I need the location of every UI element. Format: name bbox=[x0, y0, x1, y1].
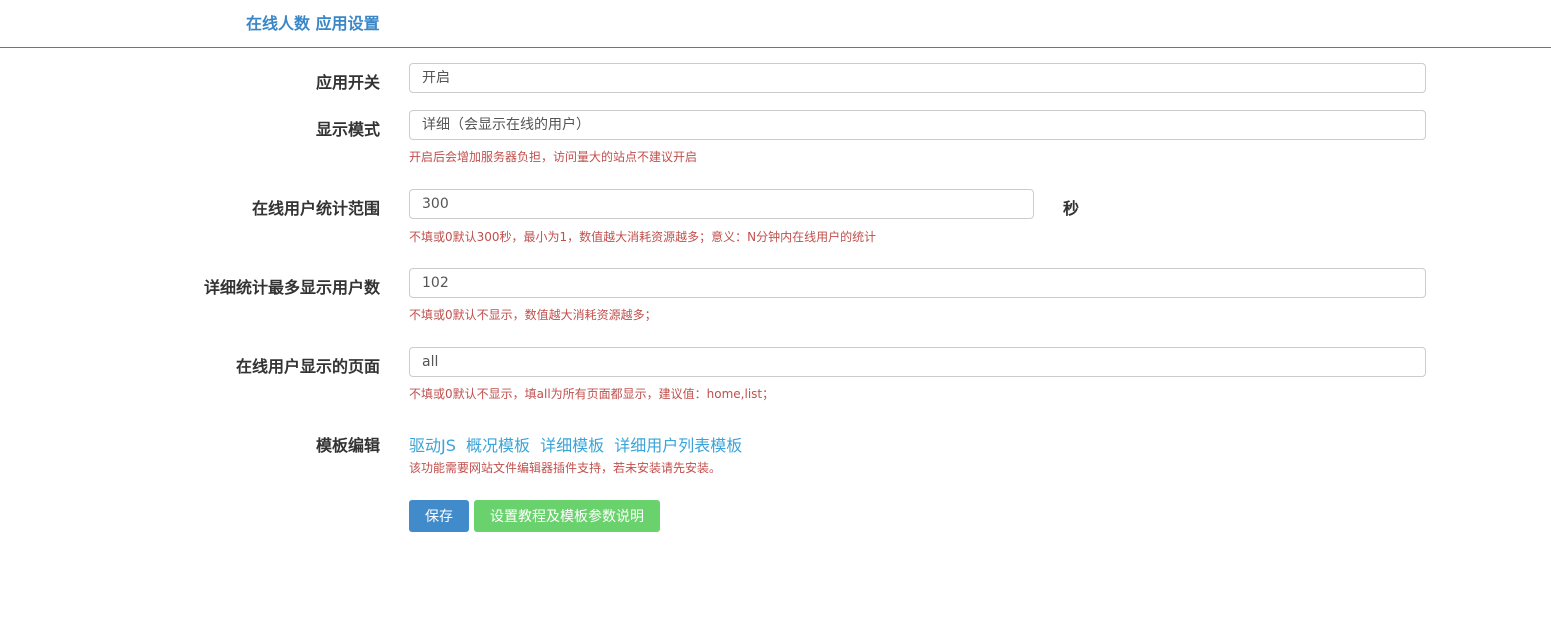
max-users-label: 详细统计最多显示用户数 bbox=[203, 278, 380, 297]
app-switch-label: 应用开关 bbox=[315, 73, 380, 92]
stat-range-unit: 秒 bbox=[1063, 199, 1080, 218]
template-link-driver-js[interactable]: 驱动JS bbox=[409, 436, 456, 455]
stat-range-label: 在线用户统计范围 bbox=[251, 199, 380, 218]
template-edit-label: 模板编辑 bbox=[315, 436, 380, 455]
template-link-detail[interactable]: 详细模板 bbox=[540, 436, 604, 455]
pages-hint: 不填或0默认不显示，填all为所有页面都显示，建议值：home,list； bbox=[409, 387, 775, 401]
stat-range-input[interactable] bbox=[409, 189, 1034, 219]
display-mode-select[interactable]: 详细（会显示在线的用户） bbox=[409, 110, 1426, 140]
page-title: 在线人数 应用设置 bbox=[246, 14, 380, 33]
template-edit-hint: 该功能需要网站文件编辑器插件支持，若未安装请先安装。 bbox=[409, 461, 722, 475]
template-link-overview[interactable]: 概况模板 bbox=[466, 436, 530, 455]
stat-range-hint: 不填或0默认300秒，最小为1，数值越大消耗资源越多；意义：N分钟内在线用户的统… bbox=[409, 230, 877, 244]
max-users-input[interactable] bbox=[409, 268, 1426, 298]
help-button[interactable]: 设置教程及模板参数说明 bbox=[474, 500, 660, 532]
max-users-hint: 不填或0默认不显示，数值越大消耗资源越多； bbox=[409, 308, 657, 322]
template-links: 驱动JS 概况模板 详细模板 详细用户列表模板 bbox=[409, 432, 747, 456]
pages-input[interactable] bbox=[409, 347, 1426, 377]
display-mode-hint: 开启后会增加服务器负担，访问量大的站点不建议开启 bbox=[409, 150, 698, 164]
template-link-user-list[interactable]: 详细用户列表模板 bbox=[614, 436, 742, 455]
page-header: 在线人数 应用设置 bbox=[0, 0, 1551, 48]
save-button[interactable]: 保存 bbox=[409, 500, 469, 532]
app-switch-select[interactable]: 开启 bbox=[409, 63, 1426, 93]
display-mode-label: 显示模式 bbox=[315, 120, 380, 139]
pages-label: 在线用户显示的页面 bbox=[235, 357, 380, 376]
